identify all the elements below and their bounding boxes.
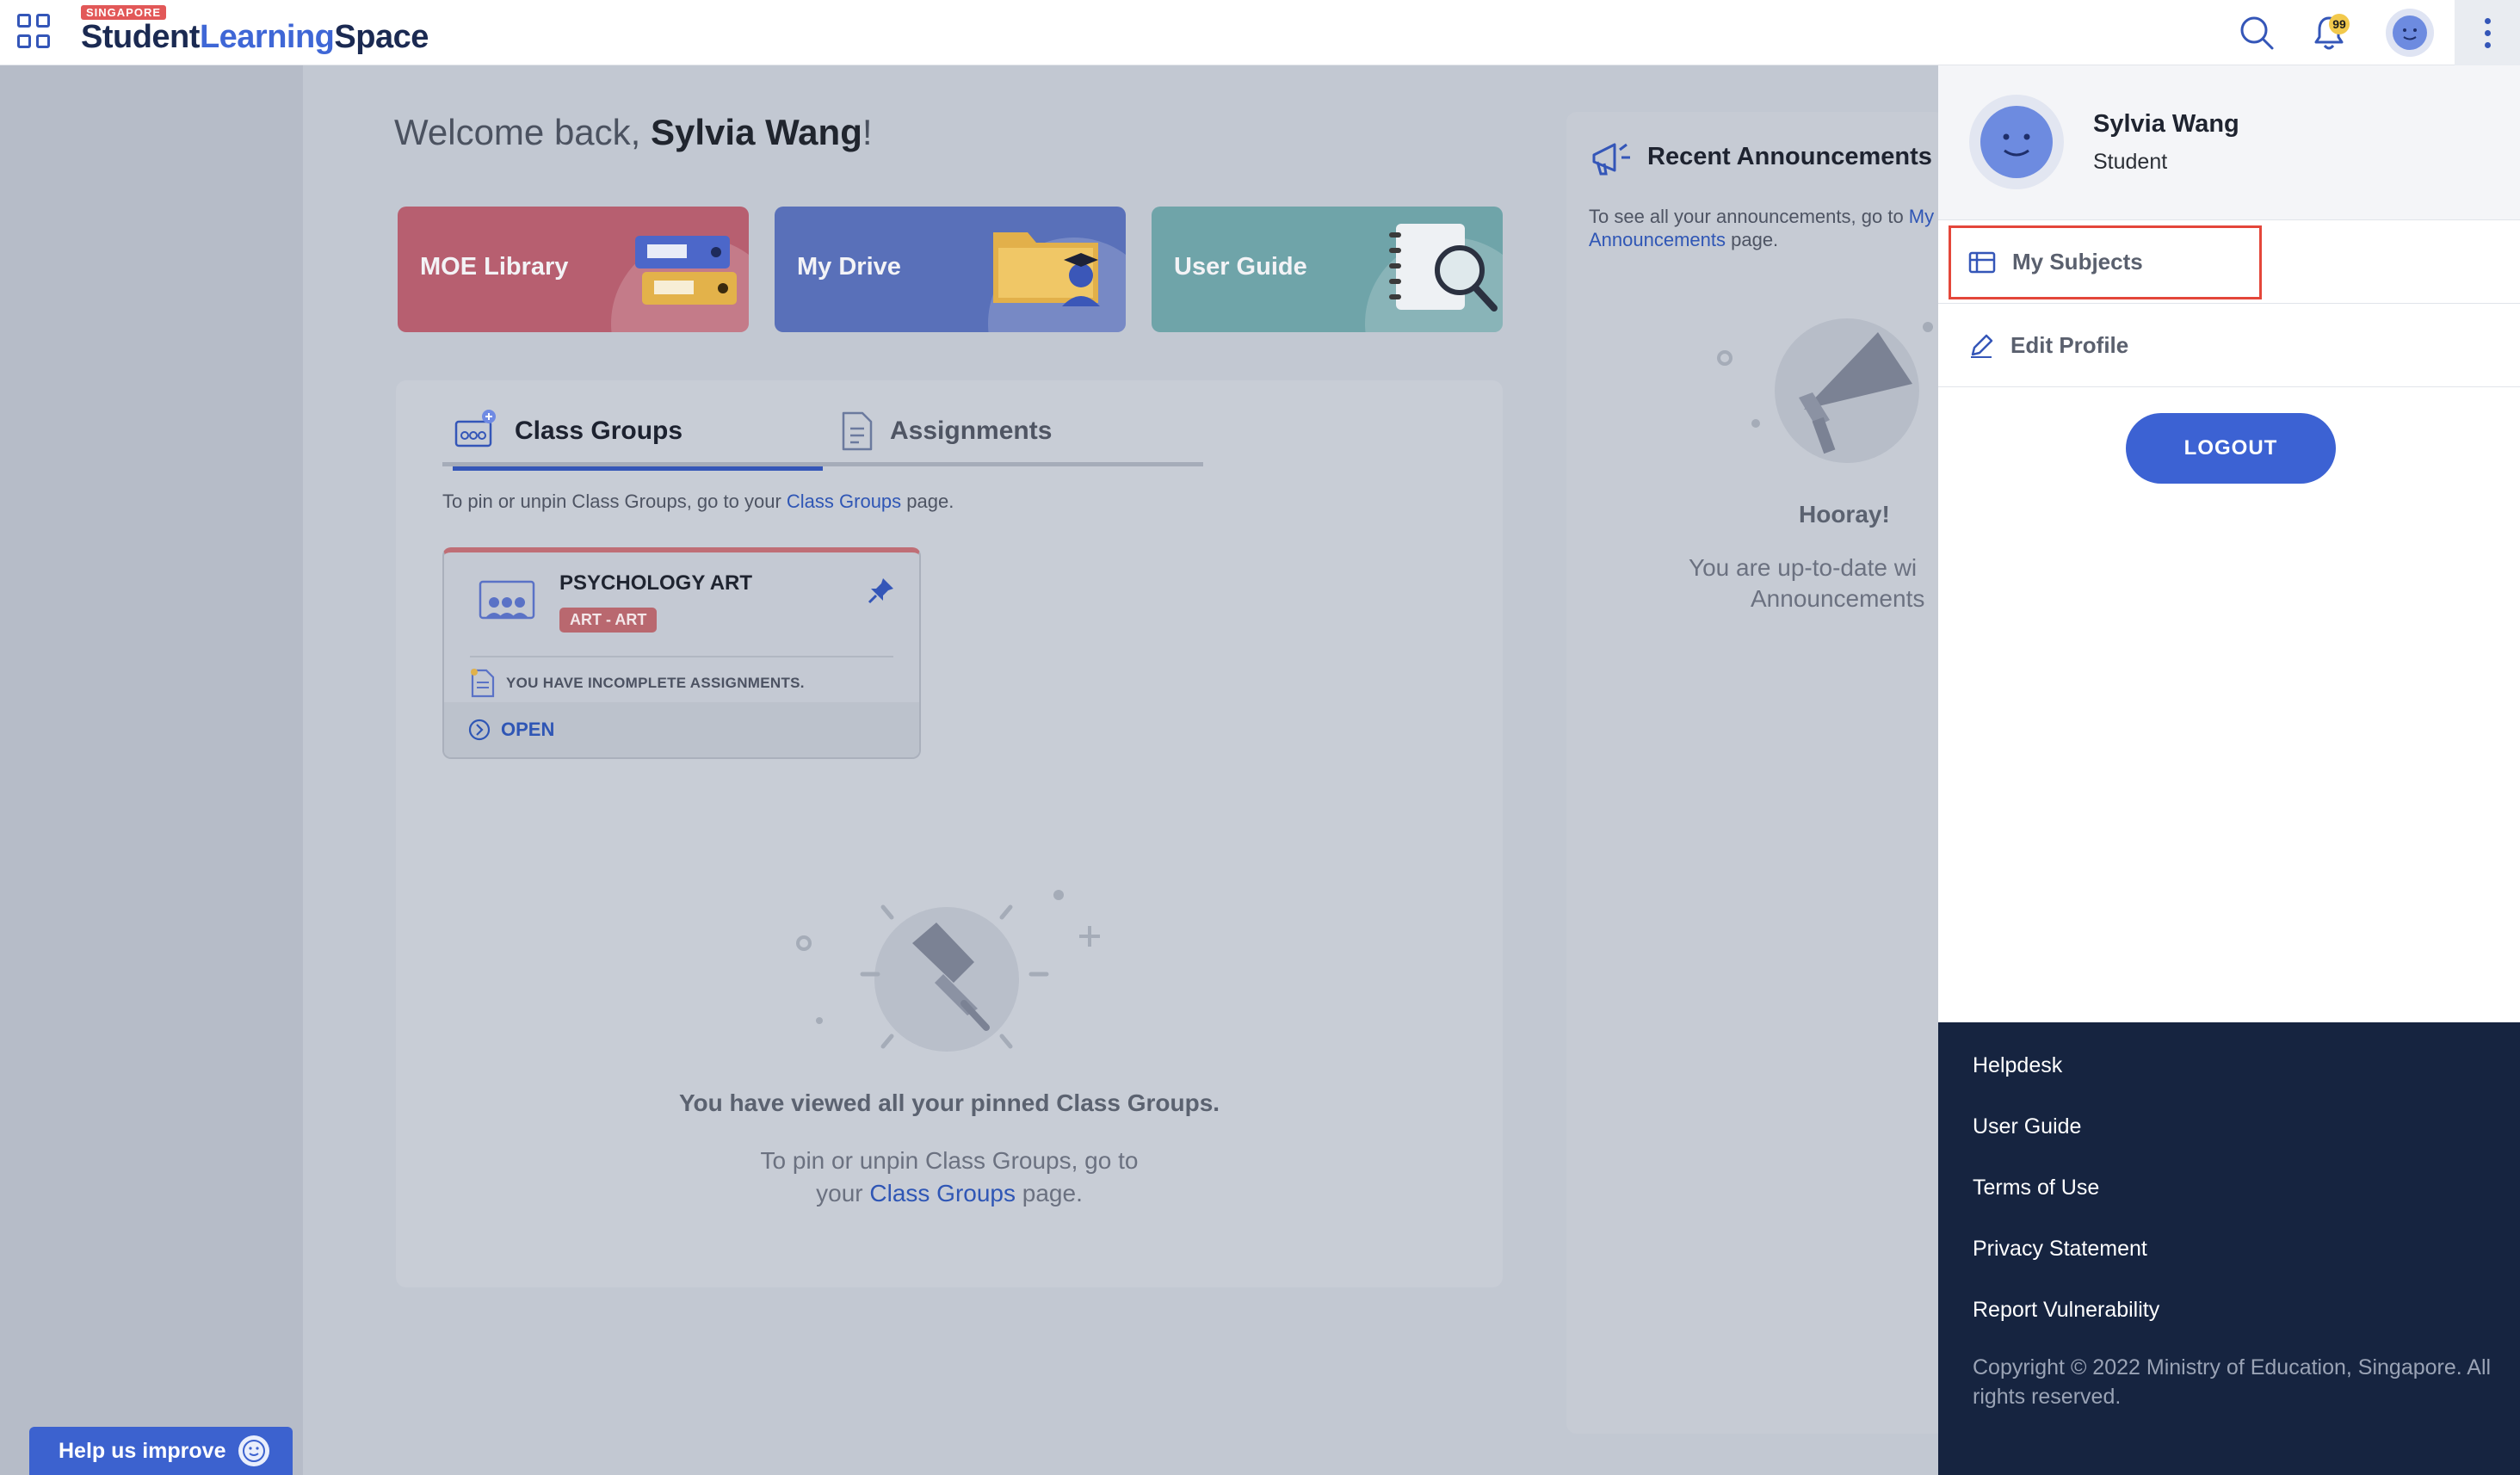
top-bar: SINGAPORE StudentLearningSpace 99 bbox=[0, 0, 2520, 65]
class-group-card[interactable]: PSYCHOLOGY ART ART - ART YOU HAVE INCOMP… bbox=[442, 547, 921, 759]
chevron-circle-right-icon bbox=[468, 719, 491, 741]
open-class-group-button[interactable]: OPEN bbox=[444, 702, 919, 757]
class-group-name: PSYCHOLOGY ART bbox=[559, 571, 753, 595]
folder-graduate-icon bbox=[993, 232, 1100, 306]
footer-link-user-guide[interactable]: User Guide bbox=[1973, 1114, 2081, 1139]
more-menu-icon[interactable] bbox=[2455, 0, 2520, 65]
footer-link-privacy[interactable]: Privacy Statement bbox=[1973, 1237, 2147, 1262]
tab-label: Class Groups bbox=[515, 417, 683, 445]
empty-pinned-title: You have viewed all your pinned Class Gr… bbox=[678, 1089, 1220, 1116]
drawer-user-role: Student bbox=[2093, 150, 2168, 174]
announcements-panel bbox=[1566, 112, 1945, 1434]
avatar bbox=[1969, 95, 2064, 189]
megaphone-icon bbox=[1592, 143, 1630, 176]
tile-label: MOE Library bbox=[420, 253, 569, 281]
subject-tag: ART - ART bbox=[559, 608, 658, 633]
pin-hint-text: To pin or unpin Class Groups, go to your… bbox=[442, 491, 954, 512]
help-us-improve-button[interactable]: Help us improve bbox=[29, 1427, 293, 1475]
binders-icon bbox=[635, 236, 737, 305]
tile-moe-library[interactable]: MOE Library bbox=[398, 207, 749, 332]
footer-link-terms[interactable]: Terms of Use bbox=[1973, 1176, 2099, 1200]
pencil-icon bbox=[1971, 334, 1993, 358]
subjects-icon bbox=[1968, 251, 1996, 273]
tab-assignments[interactable]: Assignments bbox=[840, 396, 1052, 466]
pinned-empty-illustration bbox=[796, 890, 1100, 1052]
menu-item-my-subjects[interactable]: My Subjects bbox=[1938, 221, 2520, 304]
document-warning-icon bbox=[471, 669, 495, 698]
welcome-heading: Welcome back, Sylvia Wang! bbox=[394, 112, 873, 152]
tab-class-groups[interactable]: Class Groups bbox=[453, 396, 823, 471]
drawer-footer: Helpdesk User Guide Terms of Use Privacy… bbox=[1938, 1022, 2520, 1475]
logout-button[interactable]: LOGOUT bbox=[2126, 413, 2336, 484]
apps-grid-icon[interactable] bbox=[17, 14, 53, 50]
card-divider bbox=[470, 656, 893, 657]
tile-label: User Guide bbox=[1174, 253, 1307, 281]
announcements-hint: To see all your announcements, go to My … bbox=[1589, 206, 1935, 250]
footer-link-vulnerability[interactable]: Report Vulnerability bbox=[1973, 1298, 2159, 1323]
announcements-empty-illustration bbox=[1717, 318, 1933, 463]
empty-pinned-subtitle: To pin or unpin Class Groups, go to your… bbox=[760, 1147, 1139, 1207]
menu-item-edit-profile[interactable]: Edit Profile bbox=[1938, 305, 2520, 387]
pin-icon[interactable] bbox=[868, 577, 895, 608]
copyright-text: Copyright © 2022 Ministry of Education, … bbox=[1973, 1355, 2492, 1409]
drawer-profile: Sylvia Wang Student bbox=[1938, 65, 2520, 220]
tab-label: Assignments bbox=[890, 417, 1053, 445]
notification-bell-icon[interactable]: 99 bbox=[2308, 12, 2350, 53]
tile-user-guide[interactable]: User Guide bbox=[1152, 207, 1503, 332]
hooray-title: Hooray! bbox=[1799, 501, 1890, 528]
class-groups-link[interactable]: Class Groups bbox=[787, 491, 901, 512]
announcements-title: Recent Announcements bbox=[1647, 143, 1932, 170]
class-groups-link[interactable]: Class Groups bbox=[869, 1180, 1016, 1207]
notebook-magnifier-icon bbox=[1389, 224, 1498, 312]
up-to-date-text: You are up-to-date wi Announcements bbox=[1689, 554, 1925, 612]
tab-bar: Class Groups Assignments bbox=[442, 396, 1203, 471]
class-groups-icon bbox=[454, 410, 496, 447]
tile-label: My Drive bbox=[797, 253, 901, 281]
user-avatar[interactable] bbox=[2386, 9, 2434, 57]
tile-my-drive[interactable]: My Drive bbox=[775, 207, 1126, 332]
search-icon[interactable] bbox=[2236, 12, 2277, 53]
logo-tag: SINGAPORE bbox=[81, 5, 167, 20]
footer-link-helpdesk[interactable]: Helpdesk bbox=[1973, 1053, 2062, 1078]
left-rail bbox=[0, 65, 303, 1475]
logo-title: StudentLearningSpace bbox=[81, 19, 429, 55]
drawer-user-name: Sylvia Wang bbox=[2093, 110, 2239, 138]
app-logo[interactable]: SINGAPORE StudentLearningSpace bbox=[81, 5, 429, 56]
assignment-doc-icon bbox=[842, 411, 873, 451]
class-group-icon bbox=[479, 580, 535, 620]
incomplete-assignments-warning: YOU HAVE INCOMPLETE ASSIGNMENTS. bbox=[470, 668, 805, 699]
notification-badge: 99 bbox=[2329, 14, 2350, 34]
smiley-icon bbox=[238, 1435, 269, 1466]
